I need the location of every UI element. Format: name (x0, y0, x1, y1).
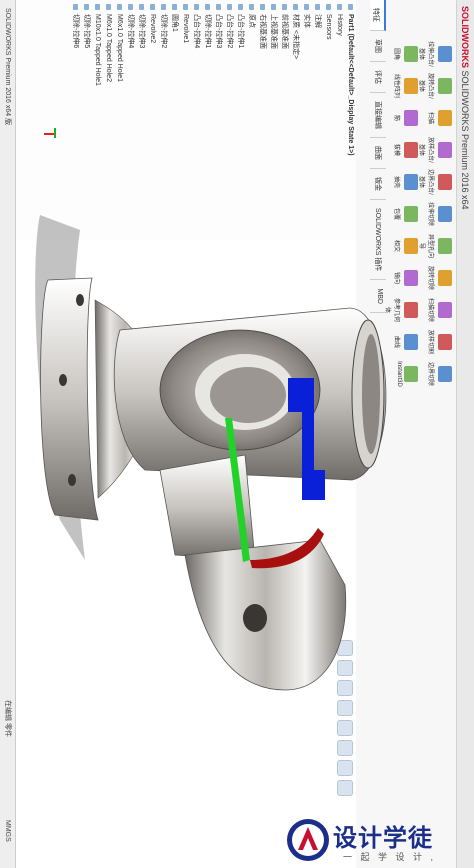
flange-bolt-hole-2 (59, 374, 67, 386)
part-model-render (35, 215, 387, 691)
bottom-flange-hole (243, 604, 267, 632)
watermark-sub: 一 起 学 设 计 , (343, 852, 437, 862)
watermark-logo: 设计学徒 一 起 学 设 计 , (285, 812, 474, 868)
flange-bolt-hole-3 (68, 474, 76, 486)
logo-mark-icon (287, 819, 329, 861)
screenshot-stage: SOLIDWORKS SOLIDWORKS Premium 2016 x64 拉… (0, 0, 474, 868)
watermark-brand: 设计学徒 (333, 824, 433, 852)
coordinate-triad-icon (44, 128, 64, 142)
flange-bolt-hole-1 (76, 294, 84, 306)
